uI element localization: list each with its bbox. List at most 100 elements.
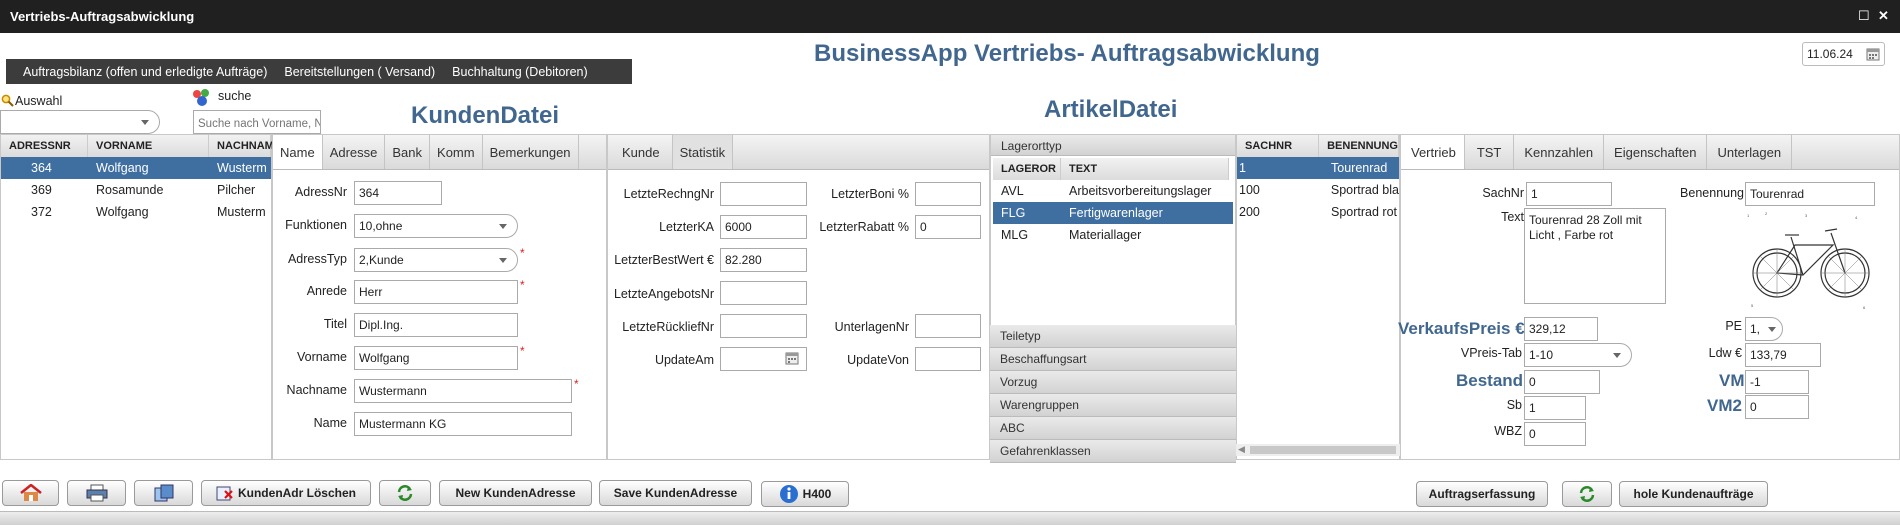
tab-unterlagen[interactable]: Unterlagen xyxy=(1707,135,1793,169)
benennung-label: Benennung xyxy=(1680,186,1744,200)
tab-kunde[interactable]: Kunde xyxy=(608,135,673,169)
auftragserfassung-button[interactable]: Auftragserfassung xyxy=(1416,481,1548,507)
tab-bank[interactable]: Bank xyxy=(385,135,431,169)
kundendatei-heading: KundenDatei xyxy=(411,102,560,129)
accordion-beschaffungsart[interactable]: Beschaffungsart xyxy=(990,348,1236,371)
cell: Sportrad rot xyxy=(1331,205,1398,219)
save-kundenadresse-label: Save KundenAdresse xyxy=(613,486,738,500)
letzterrabatt-field[interactable]: 0 xyxy=(915,215,981,239)
cell: Sportrad bla xyxy=(1330,183,1399,197)
table-row[interactable]: 372 Wolfgang Musterm xyxy=(1,201,271,223)
letzterueckliefnr-field[interactable] xyxy=(720,314,807,338)
funktionen-select[interactable]: 10,ohne xyxy=(354,214,518,238)
cell: Fertigwarenlager xyxy=(1069,206,1163,220)
tab-komm[interactable]: Komm xyxy=(430,135,483,169)
copy-button[interactable] xyxy=(134,480,193,506)
h400-button[interactable]: H400 xyxy=(761,481,849,507)
accordion-teiletyp[interactable]: Teiletyp xyxy=(990,325,1236,348)
tab-name[interactable]: Name xyxy=(273,135,323,169)
col-vorname[interactable]: VORNAME xyxy=(88,135,209,157)
vm2-field[interactable]: 0 xyxy=(1745,395,1809,419)
vpreis-tab-select[interactable]: 1-10 xyxy=(1524,343,1632,367)
letzterbestwert-field[interactable]: 82.280 xyxy=(720,248,807,272)
bestand-field[interactable]: 0 xyxy=(1524,370,1600,394)
table-row[interactable]: 100 Sportrad bla xyxy=(1237,179,1399,201)
artikeldatei-heading: ArtikelDatei xyxy=(1044,96,1178,123)
list-item[interactable]: MLG Materiallager xyxy=(993,224,1233,246)
menu-buchhaltung[interactable]: Buchhaltung (Debitoren) xyxy=(452,65,588,79)
table-row[interactable]: 369 Rosamunde Pilcher xyxy=(1,179,271,201)
accordion-abc[interactable]: ABC xyxy=(990,417,1236,440)
adresstyp-select[interactable]: 2,Kunde xyxy=(354,248,518,272)
nachname-field[interactable]: Wustermann xyxy=(354,379,572,403)
list-item[interactable]: AVL Arbeitsvorbereitungslager xyxy=(993,180,1233,202)
col-sachnr[interactable]: SACHNR xyxy=(1237,135,1320,157)
letzterboni-field[interactable] xyxy=(915,182,981,206)
calendar-icon[interactable] xyxy=(785,351,799,365)
accordion-gefahrenklassen[interactable]: Gefahrenklassen xyxy=(990,440,1236,463)
cell: FLG xyxy=(1001,206,1026,220)
table-row[interactable]: 1 Tourenrad xyxy=(1237,157,1399,179)
print-button[interactable] xyxy=(67,480,126,506)
tab-bemerkungen[interactable]: Bemerkungen xyxy=(483,135,579,169)
ldw-field[interactable]: 133,79 xyxy=(1745,343,1821,367)
auswahl-select[interactable] xyxy=(0,110,160,134)
refresh-button[interactable] xyxy=(379,480,431,506)
cell: 1 xyxy=(1239,161,1246,175)
tab-vertrieb[interactable]: Vertrieb xyxy=(1401,135,1465,169)
col-text[interactable]: TEXT xyxy=(1061,158,1229,180)
menu-bereitstellungen[interactable]: Bereitstellungen ( Versand) xyxy=(284,65,435,79)
scrollbar-thumb[interactable] xyxy=(1250,446,1396,454)
table-row[interactable]: 200 Sportrad rot xyxy=(1237,201,1399,223)
stat-label: LetzteAngebotsNr xyxy=(613,287,714,301)
tab-tst[interactable]: TST xyxy=(1465,135,1515,169)
lagerorttyp-header[interactable]: Lagerorttyp xyxy=(991,135,1235,156)
new-kundenadresse-button[interactable]: New KundenAdresse xyxy=(439,480,592,506)
sb-field[interactable]: 1 xyxy=(1524,396,1586,420)
tab-eigenschaften[interactable]: Eigenschaften xyxy=(1604,135,1708,169)
tab-adresse[interactable]: Adresse xyxy=(323,135,386,169)
stat-label: UpdateAm xyxy=(654,353,714,367)
stat-label: UnterlagenNr xyxy=(834,320,909,334)
list-item[interactable]: FLG Fertigwarenlager xyxy=(993,202,1233,224)
scroll-left-icon[interactable]: ◀ xyxy=(1238,444,1245,455)
col-adressnr[interactable]: ADRESSNR xyxy=(1,135,88,157)
col-lageror[interactable]: LAGEROR xyxy=(993,158,1061,180)
maximize-icon[interactable]: ☐ xyxy=(1858,8,1870,24)
wbz-field[interactable]: 0 xyxy=(1524,422,1586,446)
close-icon[interactable]: ✕ xyxy=(1878,8,1889,24)
name-field[interactable]: Mustermann KG xyxy=(354,412,572,436)
pe-select[interactable]: 1, xyxy=(1745,317,1783,341)
table-row[interactable]: 364 Wolfgang Wusterm xyxy=(1,157,271,179)
updatevon-field[interactable] xyxy=(915,347,981,371)
col-benennung[interactable]: BENENNUNG xyxy=(1319,135,1399,157)
vorname-field[interactable]: Wolfgang xyxy=(354,346,518,370)
tab-kennzahlen[interactable]: Kennzahlen xyxy=(1514,135,1605,169)
unterlagennr-field[interactable] xyxy=(915,314,981,338)
col-nachname[interactable]: NACHNAM xyxy=(209,135,274,157)
refresh-button[interactable] xyxy=(1562,481,1612,507)
letzteangebotsnr-field[interactable] xyxy=(720,281,807,305)
hole-kundenauftraege-button[interactable]: hole Kundenaufträge xyxy=(1619,481,1768,507)
titel-field[interactable]: Dipl.Ing. xyxy=(354,313,518,337)
save-kundenadresse-button[interactable]: Save KundenAdresse xyxy=(599,480,752,506)
tab-statistik[interactable]: Statistik xyxy=(672,135,734,169)
horizontal-scrollbar[interactable]: ◀ xyxy=(1236,444,1400,456)
benennung-field[interactable]: Tourenrad xyxy=(1745,182,1875,206)
anrede-field[interactable]: Herr xyxy=(354,280,518,304)
kundenadr-loeschen-button[interactable]: KundenAdr Löschen xyxy=(201,480,371,506)
home-button[interactable] xyxy=(2,480,59,506)
accordion-warengruppen[interactable]: Warengruppen xyxy=(990,394,1236,417)
menu-auftragsbilanz[interactable]: Auftragsbilanz (offen und erledigte Auft… xyxy=(23,65,267,79)
verkaufspreis-field[interactable]: 329,12 xyxy=(1524,317,1598,341)
calendar-icon[interactable] xyxy=(1866,47,1880,61)
letzterechngnr-field[interactable] xyxy=(720,182,807,206)
sachnr-field[interactable]: 1 xyxy=(1526,182,1612,206)
text-field[interactable]: Tourenrad 28 Zoll mit Licht , Farbe rot xyxy=(1524,208,1666,304)
kundenadr-loeschen-label: KundenAdr Löschen xyxy=(237,486,356,500)
accordion-vorzug[interactable]: Vorzug xyxy=(990,371,1236,394)
adressnr-field[interactable]: 364 xyxy=(354,181,442,205)
letzterka-field[interactable]: 6000 xyxy=(720,215,807,239)
vm-field[interactable]: -1 xyxy=(1745,370,1809,394)
search-input[interactable] xyxy=(193,110,321,134)
